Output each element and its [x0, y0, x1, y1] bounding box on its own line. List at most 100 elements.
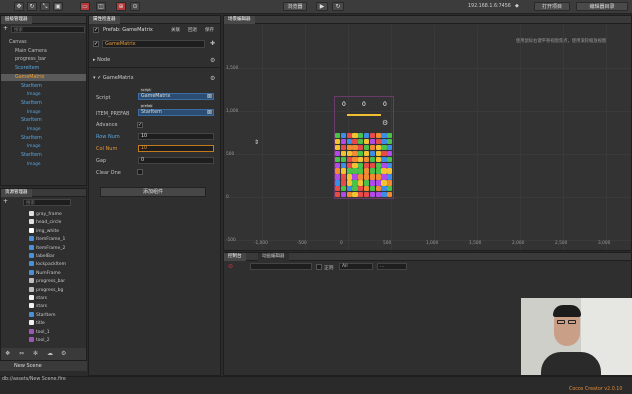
prefab-link-button[interactable]: 关联	[171, 27, 180, 33]
star-cell	[381, 174, 387, 180]
asset-item[interactable]: progress_bg	[29, 286, 63, 293]
tab-assets[interactable]: 资源管理器	[1, 189, 32, 197]
hierarchy-node[interactable]: Canvas	[1, 39, 86, 46]
hierarchy-node[interactable]: Image	[1, 109, 86, 116]
rect-tool-button[interactable]: ▣	[53, 2, 63, 11]
hierarchy-node[interactable]: StarItem	[1, 117, 86, 124]
log-level-select[interactable]: ...	[377, 263, 407, 270]
asset-item[interactable]: ItemFrame_2	[29, 244, 65, 251]
asset-item[interactable]: title	[29, 320, 45, 326]
hierarchy-node[interactable]: Image	[1, 143, 86, 150]
console-filter-input[interactable]	[250, 263, 312, 270]
asset-item[interactable]: head_circle	[29, 219, 61, 225]
star-cell	[335, 138, 341, 145]
regex-checkbox[interactable]	[316, 264, 322, 270]
hierarchy-node[interactable]: Main Camera	[1, 48, 86, 55]
settings-icon[interactable]: ⚙	[61, 350, 66, 357]
asset-item[interactable]: StarItem	[29, 311, 55, 318]
clear-one-checkbox[interactable]	[137, 169, 143, 175]
y-tick-label: 0	[226, 195, 229, 200]
node-active-checkbox[interactable]: ✓	[93, 41, 99, 47]
add-asset-icon[interactable]: +	[3, 199, 9, 205]
advance-checkbox[interactable]: ✓	[137, 122, 143, 128]
star-cell	[358, 150, 364, 157]
item-prefab-field[interactable]: StarItem	[138, 109, 214, 116]
asset-item[interactable]: progress_bar	[29, 278, 65, 284]
add-component-button[interactable]: 添加组件	[100, 187, 206, 197]
col-num-input[interactable]: 10	[138, 145, 214, 152]
star-cell	[369, 180, 376, 186]
open-editor-button[interactable]: 编辑器目录	[576, 2, 628, 11]
asset-item[interactable]: stars	[29, 295, 47, 301]
hierarchy-node[interactable]: StarItem	[1, 152, 86, 159]
asset-item[interactable]: lockpackItem	[29, 261, 66, 267]
tab-animation[interactable]: 动画编辑器	[258, 253, 289, 261]
bug-icon[interactable]: ✻	[33, 350, 38, 357]
asset-item[interactable]: tool_1	[29, 328, 50, 335]
star-cell	[364, 192, 370, 198]
rotate-tool-button[interactable]: ↻	[27, 2, 37, 11]
move-tool-button[interactable]: ✥	[14, 2, 24, 11]
asset-item[interactable]: stars	[29, 303, 47, 309]
tab-console[interactable]: 控制台	[224, 253, 246, 261]
component-gear-icon[interactable]: ⚙	[210, 75, 215, 82]
sync-icon[interactable]: ⇔	[19, 350, 24, 357]
assets-search-input[interactable]	[23, 199, 71, 206]
asset-item[interactable]: tool_2	[29, 337, 50, 343]
play-button[interactable]: ▶	[316, 2, 328, 11]
global-mode-button[interactable]: ◫	[96, 2, 106, 11]
script-pick-icon[interactable]: ⊠	[207, 93, 212, 100]
hierarchy-node[interactable]: StarItem	[1, 83, 86, 90]
asset-item[interactable]: ItemFrame_1	[29, 236, 65, 242]
x-tick-label: 0	[340, 241, 343, 246]
asset-item[interactable]: img_white	[29, 227, 59, 234]
local-mode-button[interactable]: ▭	[80, 2, 90, 11]
move-gizmo-icon[interactable]: ⇕	[254, 139, 259, 146]
hierarchy-node[interactable]: StarItem	[1, 100, 86, 107]
node-section-toggle[interactable]: ▸ Node	[93, 57, 110, 63]
star-matrix[interactable]	[335, 133, 393, 198]
star-cell	[375, 168, 381, 174]
node-add-icon[interactable]: ✚	[210, 40, 215, 47]
refresh-button[interactable]: ↻	[332, 2, 344, 11]
star-cell	[381, 144, 387, 151]
prefab-save-button[interactable]: 保存	[205, 27, 214, 33]
gap-input[interactable]: 0	[138, 157, 214, 164]
cloud-icon[interactable]: ☁	[47, 350, 53, 357]
tab-inspector[interactable]: 属性检查器	[89, 16, 120, 24]
prefab-revert-button[interactable]: 回退	[188, 27, 197, 33]
item-prefab-pick-icon[interactable]: ⊠	[207, 109, 212, 116]
tab-scene[interactable]: 场景编辑器	[224, 16, 255, 24]
asset-item[interactable]: gray_frame	[29, 211, 62, 217]
asset-item[interactable]: labelBar	[29, 253, 55, 259]
hierarchy-node[interactable]: StarItem	[1, 135, 86, 142]
star-cell	[381, 180, 387, 186]
clear-console-icon[interactable]: ⊘	[228, 263, 233, 270]
hierarchy-search-input[interactable]	[11, 26, 85, 33]
row-num-input[interactable]: 10	[138, 133, 214, 140]
node-name-input[interactable]: GameMatrix	[102, 40, 205, 48]
script-field[interactable]: GameMatrix	[138, 93, 214, 100]
hierarchy-node[interactable]: Image	[1, 126, 86, 133]
star-cell	[375, 133, 381, 139]
anchor-mode-button[interactable]: ⊕	[116, 2, 126, 11]
hierarchy-node[interactable]: Image	[1, 161, 86, 168]
hierarchy-node[interactable]: GameMatrix	[1, 73, 86, 81]
center-mode-button[interactable]: ⊙	[130, 2, 140, 11]
hierarchy-node[interactable]: ScoreItem	[1, 65, 86, 72]
preview-select[interactable]: 浏览器	[283, 2, 307, 11]
open-project-button[interactable]: 打开项目	[534, 2, 570, 11]
star-cell	[340, 186, 347, 192]
asset-item[interactable]: NumFrame	[29, 269, 61, 276]
hierarchy-node[interactable]: progress_bar	[1, 56, 86, 63]
prefab-active-checkbox[interactable]: ✓	[93, 27, 99, 33]
star-cell	[352, 174, 358, 180]
node-section-gear-icon[interactable]: ⚙	[210, 57, 215, 64]
hierarchy-node[interactable]: Image	[1, 91, 86, 98]
add-node-icon[interactable]: +	[3, 26, 9, 33]
log-filter-select[interactable]: All	[339, 263, 373, 270]
component-header[interactable]: ▾ ✓ GameMatrix	[93, 75, 134, 81]
scale-tool-button[interactable]: ⤡	[40, 2, 50, 11]
new-scene-tab[interactable]: New Scene	[14, 363, 42, 369]
tab-hierarchy[interactable]: 层级管理器	[1, 16, 32, 24]
